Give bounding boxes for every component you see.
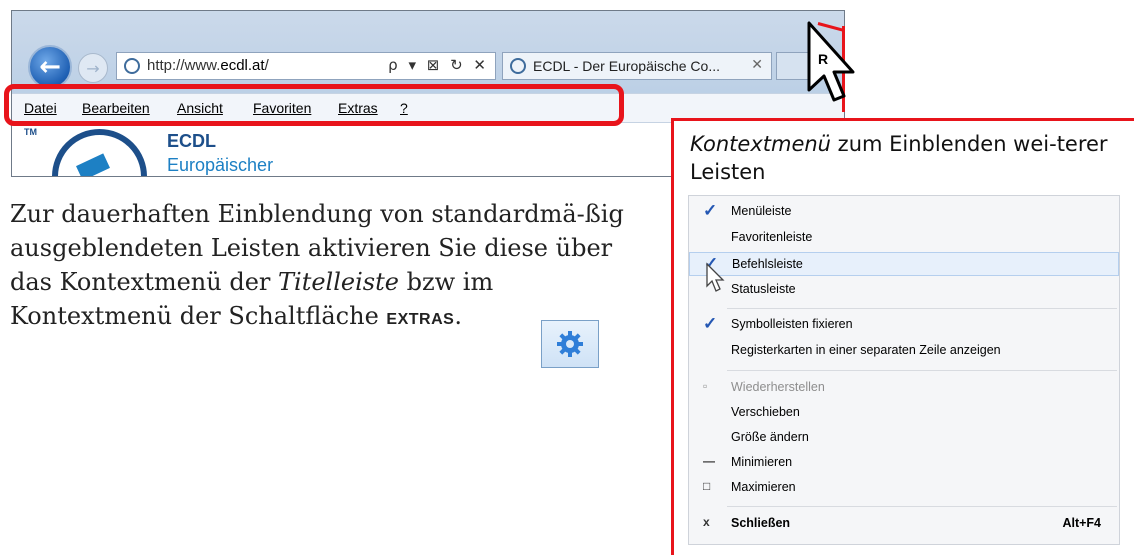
check-icon: ✓ [703,201,718,220]
browser-tab[interactable]: ECDL - Der Europäische Co... ✕ [502,52,772,80]
back-button[interactable]: ← [28,45,72,89]
menu-separator [727,308,1117,309]
menu-item-minimieren[interactable]: — Minimieren [689,451,1119,475]
back-arrow-icon: ← [39,52,61,82]
menu-item-wiederherstellen: ▫ Wiederherstellen [703,379,825,394]
tab-site-icon [510,58,526,74]
menu-item-schliessen[interactable]: x Schließen Alt+F4 [689,512,1119,536]
menu-item-groesse-aendern[interactable]: Größe ändern [689,426,1119,450]
address-tools-icons[interactable]: ρ ▾ ⊠ ↻ ✕ [388,56,489,74]
italic-term: Titelleiste [278,268,399,296]
menu-item-verschieben[interactable]: Verschieben [689,401,1119,425]
shortcut-label: Alt+F4 [1062,516,1101,530]
extras-button[interactable] [541,320,599,368]
instruction-paragraph: Zur dauerhaften Einblendung von standard… [10,200,624,330]
trademark-mark: TM [24,127,37,137]
tab-title: ECDL - Der Europäische Co... [533,58,720,74]
tab-close-icon[interactable]: ✕ [751,57,763,73]
gear-icon [557,331,583,357]
url-text: http://www.ecdl.at/ [147,57,269,74]
menu-item-symbolleisten-fixieren[interactable]: ✓ Symbolleisten fixieren [689,313,1119,337]
menubar-highlight [4,84,624,126]
ecdl-logo-icon [52,129,147,176]
menu-separator [727,506,1117,507]
mouse-pointer-icon: R [807,21,855,102]
menu-item-befehlsleiste[interactable]: ✓ Befehlsleiste [689,252,1119,276]
close-icon: x [703,515,710,529]
address-bar[interactable]: http://www.ecdl.at/ ρ ▾ ⊠ ↻ ✕ [116,52,496,80]
menu-item-statusleiste[interactable]: Statusleiste [689,278,1119,302]
extras-term: EXTRAS [386,311,455,328]
browser-titlebar: ← → http://www.ecdl.at/ ρ ▾ ⊠ ↻ ✕ ECDL -… [12,11,844,93]
forward-button[interactable]: → [78,53,108,83]
minimize-icon: — [703,454,715,468]
menu-separator [727,370,1117,371]
panel-caption: Kontextmenü zum Einblenden wei-terer Lei… [690,132,1108,184]
menu-item-registerkarten[interactable]: Registerkarten in einer separaten Zeile … [689,339,1119,363]
check-icon: ✓ [703,314,718,333]
menu-item-maximieren[interactable]: □ Maximieren [689,476,1119,500]
mouse-pointer-icon [706,262,725,292]
menu-item-favoritenleiste[interactable]: Favoritenleiste [689,226,1119,250]
forward-arrow-icon: → [86,58,100,78]
site-icon [124,58,140,74]
context-menu: ✓ Menüleiste Favoritenleiste ✓ Befehlsle… [688,195,1120,545]
new-tab-button[interactable] [776,52,810,80]
pointer-letter: R [818,51,828,67]
maximize-icon: □ [703,479,711,493]
brand-name: ECDL [167,131,216,151]
menu-item-menueleiste[interactable]: ✓ Menüleiste [689,200,1119,224]
brand-subtitle: Europäischer [167,155,274,175]
restore-icon: ▫ [703,379,708,393]
